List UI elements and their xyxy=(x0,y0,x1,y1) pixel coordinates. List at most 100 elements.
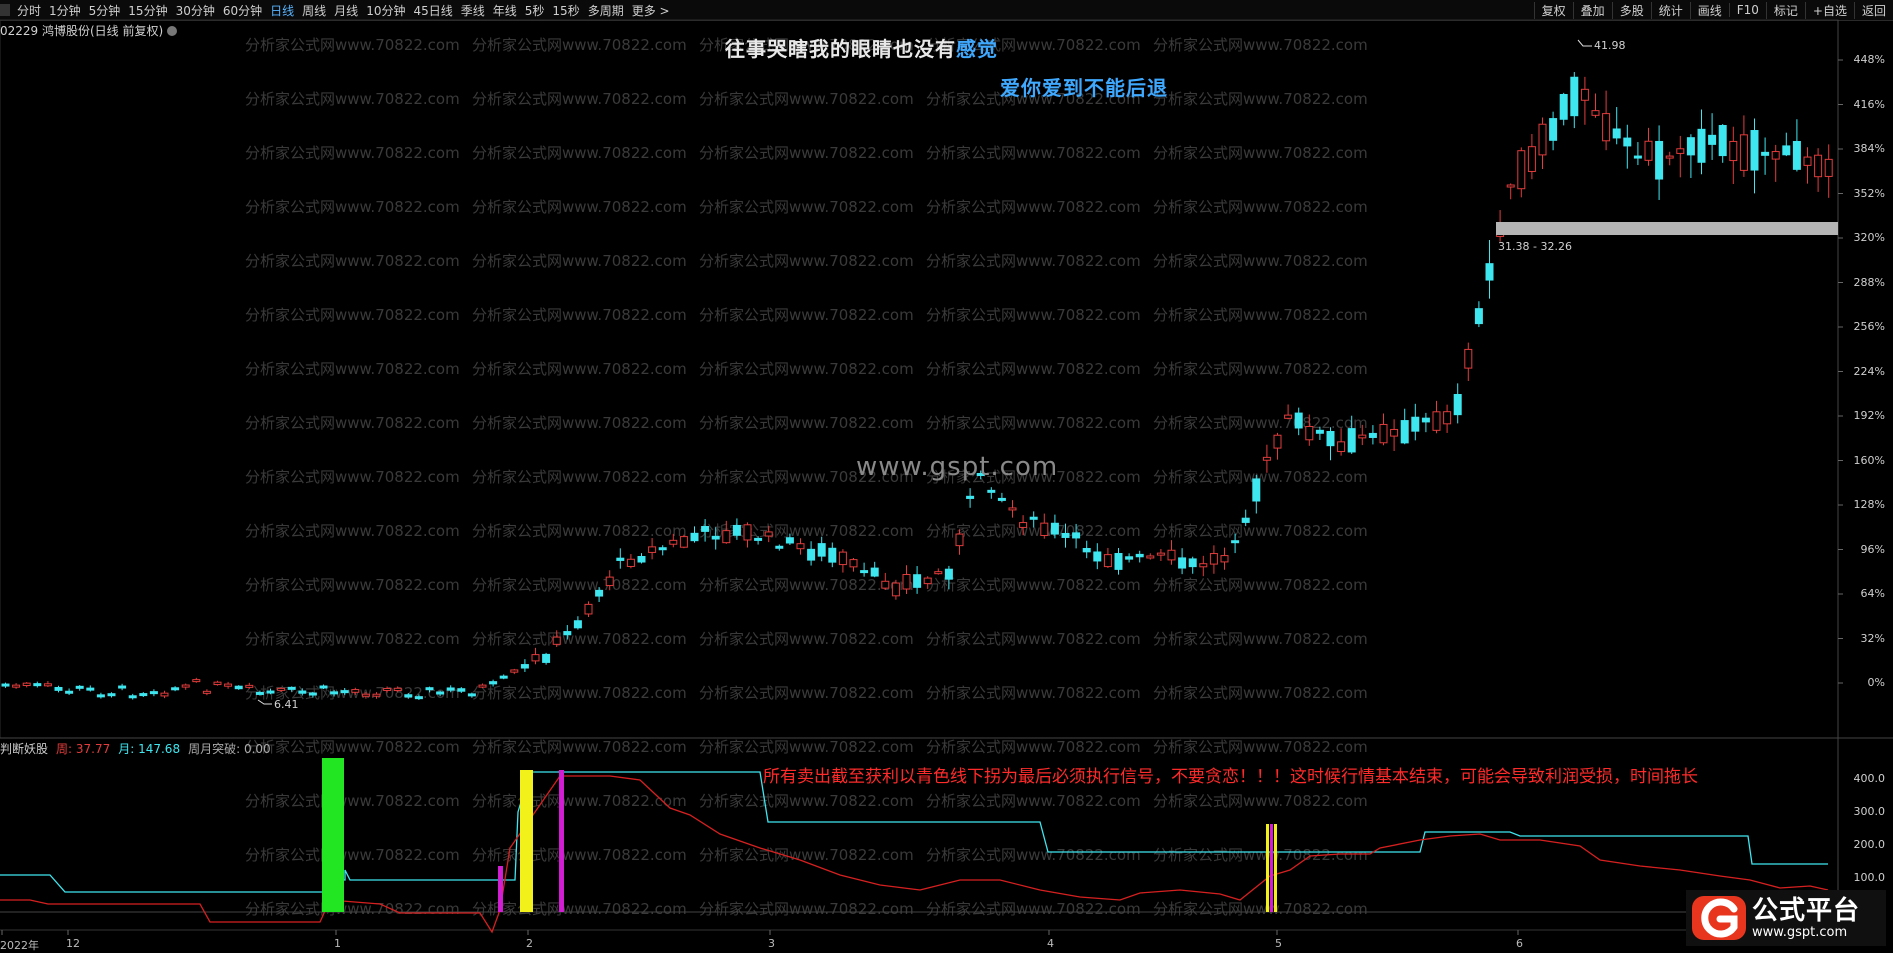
watermark-text: 分析家公式网www.70822.com xyxy=(926,414,1141,432)
candlestick xyxy=(1019,522,1028,528)
watermark-text: 分析家公式网www.70822.com xyxy=(472,90,687,108)
watermark-text: 分析家公式网www.70822.com xyxy=(245,306,460,324)
watermark-text: 分析家公式网www.70822.com xyxy=(926,144,1141,162)
watermark-text: 分析家公式网www.70822.com xyxy=(245,90,460,108)
candlestick xyxy=(573,620,582,629)
candlestick xyxy=(701,526,710,532)
candlestick xyxy=(245,684,254,688)
candlestick xyxy=(817,543,826,557)
candlestick xyxy=(934,571,943,575)
candlestick xyxy=(1326,430,1335,447)
candlestick xyxy=(12,684,21,688)
watermark-text: 分析家公式网www.70822.com xyxy=(699,630,914,648)
candlestick xyxy=(838,551,847,566)
watermark-text: 分析家公式网www.70822.com xyxy=(1153,144,1368,162)
candlestick xyxy=(785,537,794,544)
lyric-line-1-blue: 感觉 xyxy=(956,37,998,61)
candlestick xyxy=(1273,434,1282,449)
indicator-axis-label: 300.0 xyxy=(1853,805,1886,818)
candlestick xyxy=(722,530,731,544)
candlestick xyxy=(478,684,487,688)
candlestick xyxy=(1612,128,1621,139)
candlestick xyxy=(913,574,922,588)
candlestick xyxy=(467,693,476,697)
candlestick xyxy=(1739,134,1748,171)
candlestick xyxy=(1199,563,1208,568)
time-axis-label: 6 xyxy=(1516,937,1523,950)
watermark-text: 分析家公式网www.70822.com xyxy=(1153,306,1368,324)
price-axis-label: 288% xyxy=(1853,275,1885,289)
magenta-signal-bar xyxy=(1270,824,1273,912)
candlestick xyxy=(1347,428,1356,453)
watermark-text: 分析家公式网www.70822.com xyxy=(472,576,687,594)
watermark-text: 分析家公式网www.70822.com xyxy=(472,414,687,432)
candlestick xyxy=(1517,150,1526,190)
high-marker-line xyxy=(1577,39,1592,47)
candlestick xyxy=(65,690,74,694)
candlestick xyxy=(1655,140,1664,180)
candlestick xyxy=(944,568,953,580)
candlestick xyxy=(298,690,307,694)
watermark-text: 分析家公式网www.70822.com xyxy=(472,306,687,324)
candlestick xyxy=(54,686,63,691)
watermark-text: 分析家公式网www.70822.com xyxy=(1153,360,1368,378)
watermark-text: 分析家公式网www.70822.com xyxy=(472,522,687,540)
candlestick xyxy=(764,531,773,537)
time-axis-label: 2 xyxy=(526,937,533,950)
candlestick xyxy=(1315,429,1324,434)
watermark-text: 分析家公式网www.70822.com xyxy=(926,900,1141,918)
candlestick xyxy=(754,537,763,541)
watermark-text: 分析家公式网www.70822.com xyxy=(472,144,687,162)
green-signal-bar xyxy=(322,758,344,912)
watermark-text: 分析家公式网www.70822.com xyxy=(245,414,460,432)
zone-label: 31.38 - 32.26 xyxy=(1498,240,1572,253)
candlestick xyxy=(1633,155,1642,159)
price-axis-label: 64% xyxy=(1860,587,1885,600)
gspt-logo-icon xyxy=(1692,896,1746,940)
candlestick xyxy=(404,694,413,698)
price-axis-label: 256% xyxy=(1853,320,1885,333)
candlestick xyxy=(1040,522,1049,536)
indicator-week-value: 周: 37.77 xyxy=(56,742,111,756)
candlestick xyxy=(1792,141,1801,170)
candlestick xyxy=(775,545,784,549)
candlestick xyxy=(107,693,116,697)
candlestick xyxy=(1623,137,1632,147)
price-axis-label: 224% xyxy=(1853,364,1885,378)
candlestick xyxy=(987,489,996,493)
candlestick xyxy=(923,577,932,585)
candlestick xyxy=(1368,432,1377,438)
watermark-text: 分析家公式网www.70822.com xyxy=(472,630,687,648)
time-axis-label: 3 xyxy=(768,937,775,950)
candlestick xyxy=(1156,552,1165,556)
candlestick xyxy=(616,557,625,561)
watermark-text: 分析家公式网www.70822.com xyxy=(699,252,914,270)
candlestick xyxy=(1305,425,1314,441)
watermark-text: 分析家公式网www.70822.com xyxy=(1153,252,1368,270)
price-axis-label: 384% xyxy=(1853,142,1885,155)
candlestick xyxy=(1814,154,1823,178)
candlestick xyxy=(86,687,95,691)
candlestick xyxy=(1464,348,1473,369)
candlestick xyxy=(648,546,657,553)
candlestick xyxy=(1167,549,1176,561)
watermark-text: 分析家公式网www.70822.com xyxy=(699,360,914,378)
price-axis-label: 128% xyxy=(1853,498,1885,511)
time-axis-label: 5 xyxy=(1275,937,1282,950)
candlestick xyxy=(287,686,296,690)
candlestick xyxy=(563,631,572,636)
watermark-text: 分析家公式网www.70822.com xyxy=(472,468,687,486)
candlestick xyxy=(796,543,805,550)
candlestick xyxy=(1803,156,1812,166)
candlestick xyxy=(828,547,837,563)
watermark-text: 分析家公式网www.70822.com xyxy=(1153,684,1368,702)
candlestick xyxy=(1443,411,1452,425)
candlestick xyxy=(1209,553,1218,565)
candlestick xyxy=(1771,151,1780,160)
candlestick xyxy=(1082,547,1091,553)
candlestick xyxy=(1284,414,1293,419)
candlestick xyxy=(1782,145,1791,156)
watermark-text: 分析家公式网www.70822.com xyxy=(699,414,914,432)
price-axis-label: 352% xyxy=(1853,186,1885,200)
candlestick xyxy=(1644,140,1653,161)
